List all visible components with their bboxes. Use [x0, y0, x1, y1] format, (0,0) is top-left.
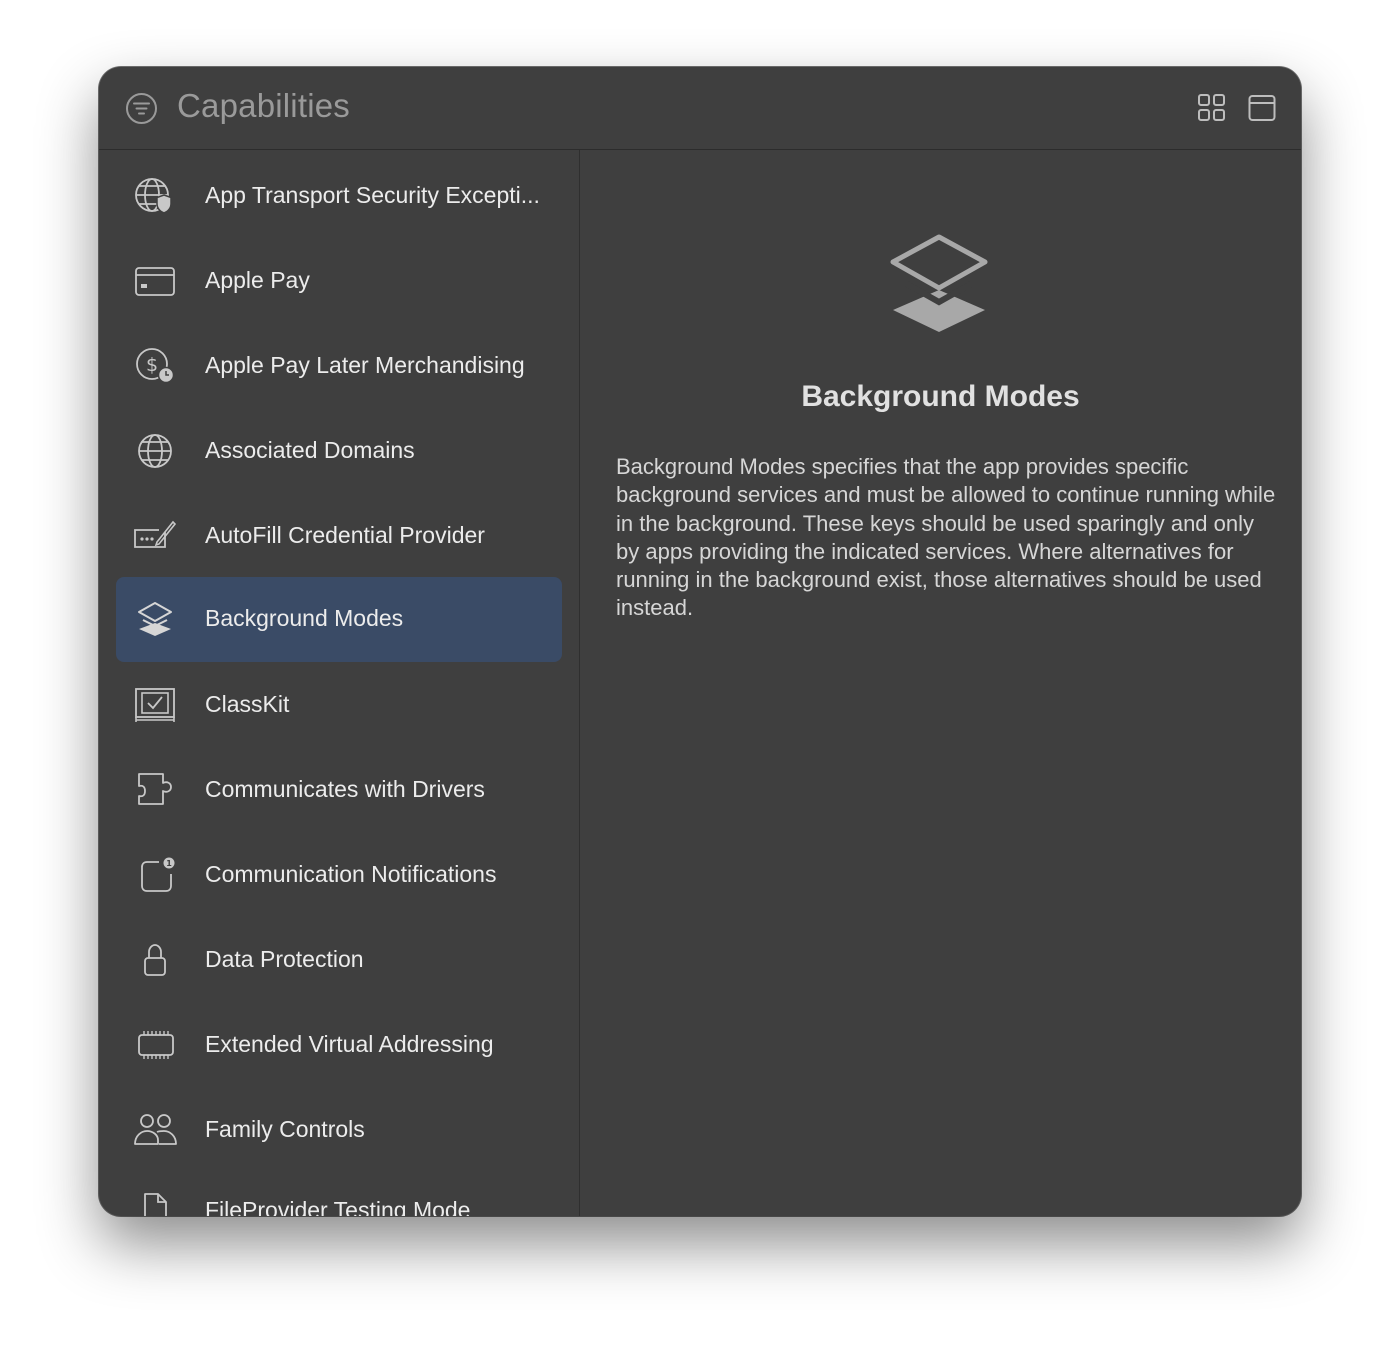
lock-icon: [144, 944, 166, 976]
list-item-label: Apple Pay Later Merchandising: [205, 352, 525, 378]
window-title: Capabilities: [177, 87, 350, 124]
list-item-label: Apple Pay: [205, 267, 310, 293]
window-icon[interactable]: [1247, 93, 1277, 123]
dollar-clock-icon: $: [136, 348, 175, 384]
app-badge-icon: 1: [141, 857, 175, 892]
list-item-label: App Transport Security Excepti...: [205, 182, 540, 208]
list-item-label: Background Modes: [205, 605, 404, 631]
credit-card-icon: [135, 267, 175, 296]
list-item-label: Associated Domains: [205, 437, 415, 463]
globe-shield-icon: [135, 178, 172, 214]
list-item-apple-pay-later[interactable]: $ Apple Pay Later Merchandising: [116, 324, 562, 409]
svg-text:$: $: [146, 354, 158, 376]
list-item-associated-domains[interactable]: Associated Domains: [116, 409, 562, 494]
list-item-fileprovider-testing[interactable]: FileProvider Testing Mode: [116, 1169, 562, 1216]
list-item-label: AutoFill Credential Provider: [205, 522, 485, 548]
list-item-communication-notifications[interactable]: 1 Communication Notifications: [116, 833, 562, 918]
list-item-label: Communication Notifications: [205, 861, 497, 887]
list-item-communicates-with-drivers[interactable]: Communicates with Drivers: [116, 748, 562, 833]
list-item-label: ClassKit: [205, 691, 290, 717]
list-item-apple-pay[interactable]: Apple Pay: [116, 239, 562, 324]
filter-circle-icon[interactable]: [125, 92, 158, 125]
globe-icon: [138, 434, 172, 468]
password-field-icon: [134, 520, 177, 548]
layers-icon: [890, 234, 988, 332]
capability-description: Background Modes specifies that the app …: [616, 454, 1276, 621]
list-item-classkit[interactable]: ClassKit: [116, 663, 562, 748]
list-item-label: Data Protection: [205, 946, 364, 972]
list-item-family-controls[interactable]: Family Controls: [116, 1088, 562, 1173]
svg-text:1: 1: [166, 859, 172, 868]
list-item-label: Communicates with Drivers: [205, 776, 485, 802]
list-item-label: Family Controls: [205, 1116, 365, 1142]
list-item-label: Extended Virtual Addressing: [205, 1031, 494, 1057]
capability-detail-pane: Background Modes Background Modes specif…: [580, 150, 1301, 1216]
classroom-check-icon: [135, 688, 175, 722]
list-item-label: FileProvider Testing Mode: [205, 1197, 471, 1216]
memory-chip-icon: [138, 1031, 174, 1059]
capabilities-list[interactable]: App Transport Security Excepti... Apple …: [99, 150, 580, 1216]
document-icon: [144, 1193, 167, 1216]
list-item-background-modes[interactable]: Background Modes: [116, 577, 562, 662]
layers-icon: [138, 602, 172, 636]
list-item-app-transport-security[interactable]: App Transport Security Excepti...: [116, 154, 562, 239]
grid-view-icon[interactable]: [1197, 93, 1227, 123]
capability-title: Background Modes: [801, 380, 1080, 413]
list-item-autofill-credential[interactable]: AutoFill Credential Provider: [116, 494, 562, 579]
list-item-data-protection[interactable]: Data Protection: [116, 918, 562, 1003]
people-icon: [134, 1114, 177, 1145]
capabilities-window: Capabilities App Transport Security Exce…: [99, 67, 1301, 1216]
titlebar: Capabilities: [99, 67, 1301, 150]
list-item-extended-virtual-addressing[interactable]: Extended Virtual Addressing: [116, 1003, 562, 1088]
puzzle-piece-icon: [138, 773, 172, 805]
